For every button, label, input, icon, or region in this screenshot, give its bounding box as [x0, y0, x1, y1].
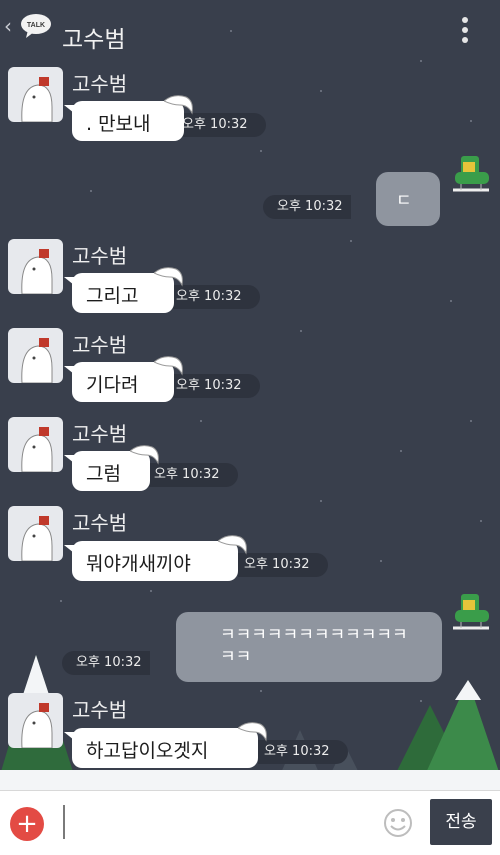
sender-name: 고수범	[72, 244, 128, 268]
message-bubble[interactable]: 그리고	[64, 267, 183, 313]
sender-name: 고수범	[72, 333, 128, 357]
chat-title: 고수범	[62, 27, 126, 53]
message-text: ㄷ	[396, 191, 412, 211]
sender-name: 고수범	[72, 698, 128, 722]
snow-cap-icon	[154, 267, 183, 287]
emoticon-icon[interactable]	[383, 808, 413, 838]
avatar[interactable]	[8, 67, 63, 122]
message-time: 오후 10:32	[148, 463, 238, 487]
avatar[interactable]	[8, 506, 63, 561]
svg-text:TALK: TALK	[27, 22, 45, 29]
message-bubble[interactable]: ㄷ	[376, 172, 440, 226]
message-input[interactable]	[63, 805, 65, 839]
snow-cap-icon	[218, 535, 247, 555]
message-bubble[interactable]: . 만보내	[64, 95, 193, 141]
message-time: 오후 10:32	[258, 740, 348, 764]
message-time: 오후 10:32	[263, 195, 351, 219]
snow-cap-icon	[130, 445, 159, 465]
message-time: 오후 10:32	[170, 374, 260, 398]
ice-skate-icon	[453, 156, 489, 192]
kakaotalk-logo-icon: TALK	[21, 14, 51, 38]
message-text: ㅋㅋㅋㅋㅋㅋㅋㅋㅋㅋㅋㅋ	[220, 625, 408, 645]
sender-name: 고수범	[72, 422, 128, 446]
ice-skate-icon	[453, 594, 489, 630]
message-bubble[interactable]: 그럼	[64, 445, 159, 491]
message-text: 그리고	[86, 285, 139, 307]
more-options-icon[interactable]	[460, 17, 470, 45]
message-text: 기다려	[86, 374, 139, 396]
avatar[interactable]	[8, 239, 63, 294]
avatar[interactable]	[8, 328, 63, 383]
message-text: 뭐야개새끼야	[86, 553, 191, 575]
sender-name: 고수범	[72, 511, 128, 535]
back-chevron-icon[interactable]: ‹	[4, 14, 12, 38]
message-text: 그럼	[86, 463, 121, 485]
sender-name: 고수범	[72, 72, 128, 96]
message-bubble[interactable]: 뭐야개새끼야	[64, 535, 247, 581]
snow-cap-icon	[238, 722, 267, 742]
message-bubble[interactable]: 기다려	[64, 356, 183, 402]
message-input-bar: + 전송	[0, 790, 500, 855]
snow-ground	[0, 770, 500, 790]
snow-cap-icon	[154, 356, 183, 376]
snow-cap-icon	[164, 95, 193, 115]
message-time: 오후 10:32	[238, 553, 328, 577]
send-button[interactable]: 전송	[430, 799, 492, 845]
message-time: 오후 10:32	[176, 113, 266, 137]
chat-header: ‹ TALK 고수범	[0, 0, 500, 60]
message-text: . 만보내	[86, 113, 151, 135]
message-text: 하고답이오겟지	[86, 740, 209, 762]
message-time: 오후 10:32	[170, 285, 260, 309]
avatar[interactable]	[8, 417, 63, 472]
message-bubble[interactable]: 하고답이오겟지	[64, 722, 267, 768]
avatar[interactable]	[8, 693, 63, 748]
plus-icon[interactable]: +	[10, 807, 44, 841]
